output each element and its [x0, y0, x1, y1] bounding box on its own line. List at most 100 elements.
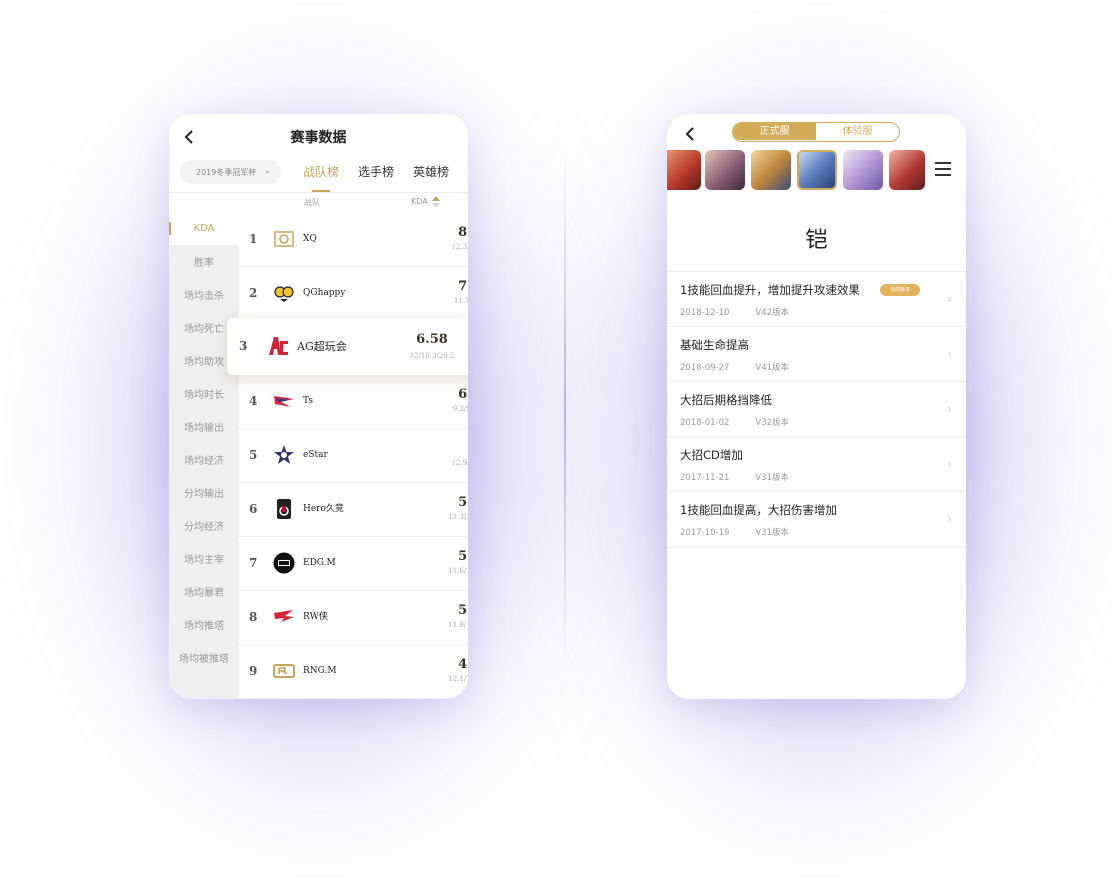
- table-row[interactable]: 2 QGhappy 7.18 11.7/9.1/28: [239, 266, 468, 321]
- sidebar-item-avg-gold[interactable]: 场均经济: [169, 443, 239, 476]
- segment-test[interactable]: 体验服: [816, 123, 899, 140]
- sidebar-item-avg-duration[interactable]: 场均时长: [169, 377, 239, 410]
- hero-avatar[interactable]: [705, 150, 745, 190]
- sidebar-item-winrate[interactable]: 胜率: [169, 245, 239, 278]
- sidebar-item-avg-kills[interactable]: 场均击杀: [169, 278, 239, 311]
- team-name: QGhappy: [303, 288, 346, 298]
- sidebar-item-avg-tyrant[interactable]: 场均暴君: [169, 575, 239, 608]
- match-stats-phone: 赛事数据 2019冬季冠军杯 ⌄ 战队榜 选手榜 英雄榜 战队 KDA KDA …: [169, 114, 468, 699]
- current-version-badge: 当前版本: [880, 284, 920, 296]
- kda-value: 5.25: [458, 603, 468, 618]
- update-version: V31版本: [755, 473, 790, 483]
- sidebar-item-gold-per-min[interactable]: 分均经济: [169, 509, 239, 542]
- update-version: V32版本: [755, 418, 790, 428]
- tab-team[interactable]: 战队榜: [303, 163, 339, 180]
- update-meta: 2018-09-27 V41版本: [680, 361, 789, 373]
- list-item[interactable]: 1技能回血提高，大招伤害增加 2017-10-19 V31版本 ›: [667, 491, 966, 548]
- column-header-kda[interactable]: KDA: [411, 197, 428, 206]
- update-version: V31版本: [755, 528, 790, 538]
- table-row[interactable]: 8 RW侠 5.25 11.9/11.4/28.2: [239, 590, 468, 645]
- list-item[interactable]: 大招CD增加 2017-11-21 V31版本 ›: [667, 436, 966, 492]
- kda-value: 6: [439, 441, 468, 456]
- kda-detail: 12.9/10.7/30: [451, 459, 468, 467]
- hero-avatar[interactable]: [667, 150, 701, 190]
- sidebar-item-kda[interactable]: KDA: [169, 212, 239, 245]
- update-date: 2018-12-10: [680, 308, 730, 318]
- back-button[interactable]: [680, 124, 700, 144]
- rank: 9: [249, 664, 258, 678]
- qghappy-logo-icon: [273, 282, 295, 304]
- kda-detail: 12.3/10/28.8: [451, 243, 468, 251]
- kda-detail: 11.3/11.6/27.7: [448, 513, 468, 521]
- tab-hero[interactable]: 英雄榜: [413, 163, 449, 180]
- highlighted-row[interactable]: 3 AG超玩会 6.58 12/10.3/29.2: [227, 318, 468, 375]
- sidebar-item-avg-towers[interactable]: 场均推塔: [169, 608, 239, 641]
- table-row[interactable]: 7 EDG.M 5.82 11.6/10.9/27.7: [239, 536, 468, 591]
- stat-sidebar: KDA 胜率 场均击杀 场均死亡 场均助攻 场均时长 场均输出 场均经济 分均输…: [169, 212, 239, 699]
- kda-detail: 9.2/9.8/21.3: [452, 405, 468, 413]
- menu-icon[interactable]: [935, 162, 951, 176]
- sort-icon[interactable]: [432, 196, 440, 208]
- hero-jiujing-logo-icon: [273, 498, 295, 520]
- sidebar-item-avg-towers-lost[interactable]: 场均被推塔: [169, 641, 239, 674]
- rank: 7: [249, 556, 258, 570]
- kda-detail: 11.9/11.4/28.2: [448, 621, 468, 629]
- column-header-team: 战队: [304, 198, 320, 207]
- segment-official[interactable]: 正式服: [733, 123, 816, 140]
- table-row[interactable]: 5 eStar 6 12.9/10.7/30: [239, 428, 468, 483]
- update-date: 2018-09-27: [680, 363, 730, 373]
- chevron-right-icon: ›: [947, 402, 952, 416]
- table-row[interactable]: 4 Ts 6.36 9.2/9.8/21.3: [239, 374, 468, 429]
- kda-value: 5.82: [458, 549, 468, 564]
- rank: 1: [249, 232, 258, 246]
- hero-avatar[interactable]: [889, 150, 925, 190]
- season-select[interactable]: 2019冬季冠军杯 ⌄: [180, 160, 281, 184]
- tabs-divider: [169, 192, 468, 193]
- update-meta: 2018-12-10 V42版本: [680, 306, 789, 318]
- kda-value: 5.85: [458, 495, 468, 510]
- list-item[interactable]: 大招后期格挡降低 2018-01-02 V32版本 ›: [667, 381, 966, 437]
- kda-detail: 11.7/9.1/28: [453, 297, 468, 305]
- tab-player[interactable]: 选手榜: [358, 163, 394, 180]
- update-version: V41版本: [755, 363, 790, 373]
- list-item[interactable]: 基础生命提高 2018-09-27 V41版本 ›: [667, 326, 966, 382]
- update-title: 大招CD增加: [680, 448, 743, 462]
- server-toggle: 正式服 体验服: [732, 122, 900, 142]
- hero-avatar-selected[interactable]: [797, 150, 837, 190]
- xq-logo-icon: [273, 228, 295, 250]
- rngm-logo-icon: [273, 660, 295, 682]
- hero-changelog-phone: 正式服 体验服 铠 1技能回血提升，增加提升攻速效果 当前版本 2018-12-…: [667, 114, 966, 699]
- update-date: 2018-01-02: [680, 418, 730, 428]
- page-title: 赛事数据: [290, 130, 347, 146]
- hero-avatar[interactable]: [751, 150, 791, 190]
- chevron-right-icon: ›: [947, 457, 952, 471]
- sidebar-item-avg-overlord[interactable]: 场均主宰: [169, 542, 239, 575]
- update-meta: 2018-01-02 V32版本: [680, 416, 789, 428]
- team-name: Ts: [303, 396, 313, 406]
- rank: 4: [249, 394, 258, 408]
- team-name: XQ: [303, 234, 317, 244]
- update-title: 1技能回血提升，增加提升攻速效果: [680, 283, 860, 297]
- hero-avatar[interactable]: [843, 150, 883, 190]
- update-meta: 2017-11-21 V31版本: [680, 471, 789, 483]
- hero-avatar-strip: [667, 150, 937, 190]
- rank: 5: [249, 448, 258, 462]
- chevron-right-icon: ›: [947, 512, 952, 526]
- chevron-down-icon: ⌄: [264, 166, 271, 175]
- table-row[interactable]: 1 XQ 8.09 12.3/10/28.8: [239, 212, 468, 267]
- sidebar-item-damage-per-min[interactable]: 分均输出: [169, 476, 239, 509]
- table-row[interactable]: 9 RNG.M 4.71 12.1/13.1/28.4: [239, 644, 468, 699]
- list-item[interactable]: 1技能回血提升，增加提升攻速效果 当前版本 2018-12-10 V42版本 ›: [667, 271, 966, 327]
- kda-detail: 11.6/10.9/27.7: [448, 567, 468, 575]
- kda-value: 8.09: [458, 225, 468, 240]
- rank: 2: [249, 286, 258, 300]
- rw-logo-icon: [273, 606, 295, 628]
- update-meta: 2017-10-19 V31版本: [680, 526, 789, 538]
- sidebar-item-avg-damage[interactable]: 场均输出: [169, 410, 239, 443]
- rank: 8: [249, 610, 258, 624]
- table-row[interactable]: 6 Hero久竞 5.85 11.3/11.6/27.7: [239, 482, 468, 537]
- chevron-right-icon: ›: [947, 347, 952, 361]
- team-name: EDG.M: [303, 558, 336, 568]
- kda-detail: 12/10.3/29.2: [409, 352, 455, 360]
- chevron-left-icon: [685, 127, 694, 141]
